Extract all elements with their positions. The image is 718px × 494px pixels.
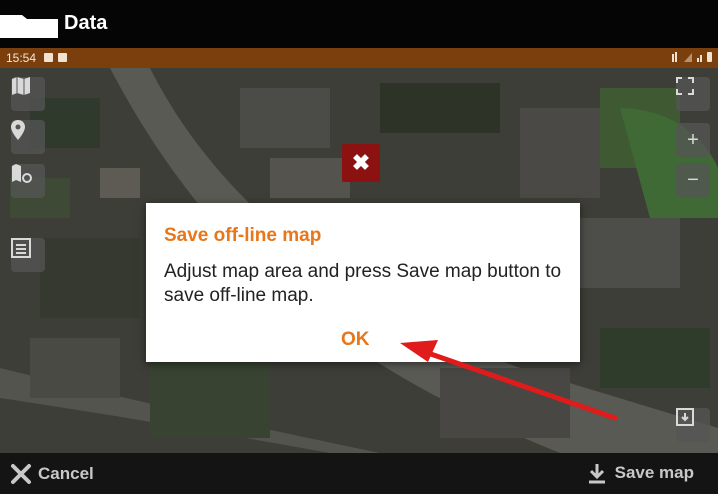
save-map-label: Save map <box>614 463 694 482</box>
zoom-in-icon: + <box>687 128 699 151</box>
fullscreen-icon <box>676 77 694 95</box>
cancel-button[interactable]: Cancel <box>10 463 94 485</box>
status-bar: 15:54 <box>0 48 718 68</box>
save-map-button[interactable]: Save map <box>587 462 694 484</box>
close-icon <box>11 464 31 484</box>
ok-button[interactable]: OK <box>341 329 370 351</box>
signal-battery-icons <box>670 50 714 67</box>
cancel-label: Cancel <box>38 464 94 483</box>
location-button[interactable] <box>11 120 45 154</box>
app-title: Data <box>64 12 108 34</box>
map-layers-icon <box>12 77 30 95</box>
bottom-action-bar: Cancel Save map <box>0 453 718 494</box>
list-icon <box>11 238 31 258</box>
map-settings-button[interactable] <box>11 164 45 198</box>
close-area-button[interactable]: ✖ <box>342 144 380 182</box>
location-pin-icon <box>11 120 25 140</box>
download-notification-icon <box>58 53 67 62</box>
download-icon <box>588 464 605 484</box>
dialog-title: Save off-line map <box>164 225 322 246</box>
close-icon: ✖ <box>351 150 371 175</box>
signal-icon <box>672 52 712 62</box>
status-time: 15:54 <box>6 51 37 65</box>
zoom-in-button[interactable]: + <box>676 123 710 157</box>
list-button[interactable] <box>11 238 45 272</box>
zoom-out-button[interactable]: − <box>676 163 710 197</box>
map-settings-icon <box>12 164 32 183</box>
zoom-out-icon: − <box>687 168 699 191</box>
map-export-icon <box>676 408 694 426</box>
map-export-button[interactable] <box>676 408 710 442</box>
dialog-message: Adjust map area and press Save map butto… <box>164 261 562 306</box>
save-offline-map-dialog: Save off-line map Adjust map area and pr… <box>146 203 580 362</box>
fullscreen-button[interactable] <box>676 77 710 111</box>
gallery-notification-icon <box>44 53 53 62</box>
map-layers-button[interactable] <box>11 77 45 111</box>
app-bar: Data <box>0 0 718 48</box>
folder-icon <box>0 15 58 38</box>
